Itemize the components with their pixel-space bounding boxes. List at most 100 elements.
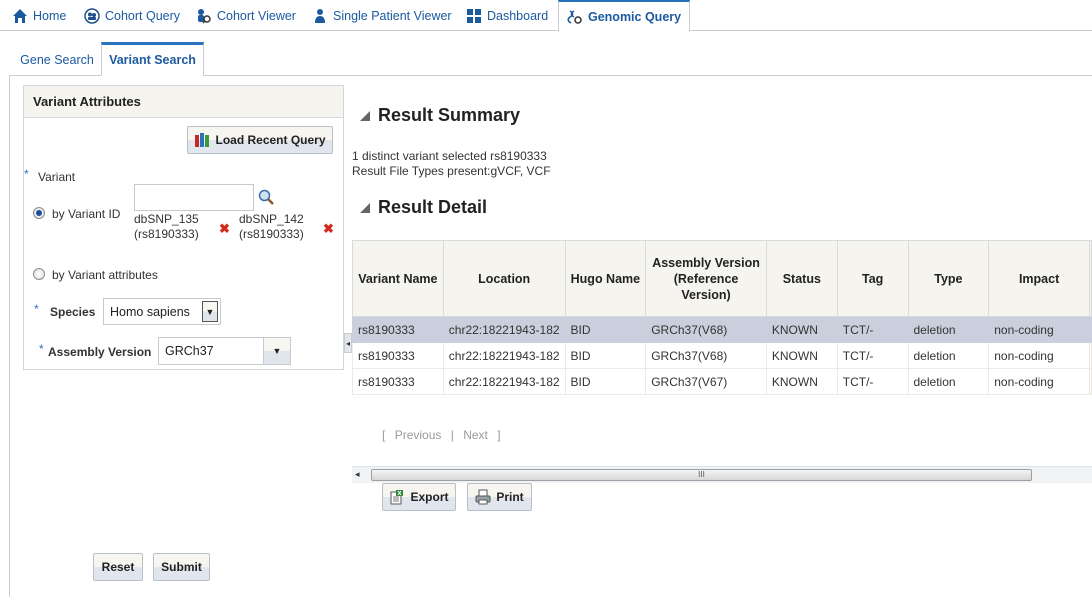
table-cell: rs8190333 (352, 342, 444, 369)
species-label: Species (50, 305, 96, 319)
result-detail-header[interactable]: Result Detail (360, 197, 487, 218)
printer-icon (475, 489, 491, 505)
load-recent-query-button[interactable]: Load Recent Query (187, 126, 333, 154)
result-detail-table: Variant Name Location Hugo Name Assembly… (352, 240, 1092, 395)
table-cell: non-coding (988, 342, 1090, 369)
table-cell: non-coding (988, 316, 1090, 343)
nav-tab-cohort-query[interactable]: Cohort Query (80, 0, 184, 31)
table-cell: deletion (907, 316, 990, 343)
by-variant-attributes-radio[interactable] (33, 268, 45, 280)
table-cell: KNOWN (765, 316, 838, 343)
search-icon[interactable] (258, 189, 274, 205)
table-cell: chr22:18221943-182 (442, 316, 566, 343)
species-select[interactable]: Homo sapiens ▼ (103, 298, 221, 325)
button-label: Export (410, 490, 449, 504)
variant-id-input[interactable] (134, 184, 254, 211)
table-cell: non-coding (988, 368, 1090, 395)
required-marker: * (39, 342, 44, 356)
button-label: Print (496, 490, 524, 504)
remove-variant-icon[interactable]: ✖ (323, 221, 334, 237)
section-title: Result Summary (378, 105, 521, 125)
variant-id: (rs8190333) (134, 227, 199, 241)
table-cell: rs8190333 (352, 316, 444, 343)
table-cell: BID (564, 316, 647, 343)
panel-collapse-handle[interactable]: ◂ (344, 333, 352, 353)
tab-variant-search[interactable]: Variant Search (101, 42, 204, 76)
nav-tab-label: Home (33, 8, 67, 23)
result-summary-header[interactable]: Result Summary (360, 105, 520, 126)
column-header[interactable]: Assembly Version (Reference Version) (645, 240, 767, 317)
tab-gene-search[interactable]: Gene Search (13, 44, 101, 76)
required-marker: * (34, 302, 39, 316)
remove-variant-icon[interactable]: ✖ (219, 221, 230, 237)
column-header[interactable]: Impact (988, 240, 1090, 317)
column-header[interactable]: Hugo Name (564, 240, 647, 317)
collapse-triangle-icon[interactable] (360, 110, 370, 121)
summary-line: 1 distinct variant selected rs8190333 (352, 149, 547, 163)
pager-separator: | (450, 428, 454, 442)
table-cell-overflow (1088, 368, 1092, 395)
horizontal-scrollbar[interactable]: ◂ III (352, 466, 1092, 483)
column-header[interactable]: Tag (836, 240, 909, 317)
nav-tab-label: Cohort Viewer (217, 8, 296, 23)
table-row[interactable]: rs8190333 chr22:18221943-182 BID GRCh37(… (352, 342, 1092, 369)
table-cell: BID (564, 342, 647, 369)
scrollbar-grip: III (698, 470, 705, 479)
table-cell: KNOWN (765, 342, 838, 369)
column-header[interactable]: Variant Name (352, 240, 444, 317)
table-cell: TCT/- (836, 316, 909, 343)
next-link[interactable]: Next (463, 428, 488, 442)
assembly-version-select[interactable]: GRCh37 ▼ (158, 337, 291, 365)
pager-bracket: ] (497, 428, 501, 442)
assembly-version-label: Assembly Version (48, 345, 152, 359)
nav-tab-label: Dashboard (487, 8, 549, 23)
table-row[interactable]: rs8190333 chr22:18221943-182 BID GRCh37(… (352, 368, 1092, 395)
previous-link[interactable]: Previous (395, 428, 442, 442)
nav-tab-home[interactable]: Home (8, 0, 70, 31)
column-header[interactable]: Status (765, 240, 838, 317)
table-cell-overflow (1088, 316, 1092, 343)
submit-button[interactable]: Submit (153, 553, 210, 581)
selected-variant-item: dbSNP_142 (rs8190333) (239, 212, 304, 242)
scroll-left-icon[interactable]: ◂ (355, 469, 360, 480)
print-button[interactable]: Print (467, 483, 532, 511)
table-cell: TCT/- (836, 368, 909, 395)
table-row[interactable]: rs8190333 chr22:18221943-182 BID GRCh37(… (352, 316, 1092, 343)
scrollbar-thumb[interactable]: III (371, 469, 1032, 481)
variant-label: Variant (38, 170, 76, 184)
column-header[interactable]: Type (907, 240, 990, 317)
by-variant-id-label: by Variant ID (52, 207, 121, 221)
tab-label: Variant Search (109, 53, 196, 67)
dashboard-icon (466, 8, 482, 24)
cohort-query-icon (84, 7, 100, 24)
column-header[interactable]: Location (442, 240, 566, 317)
export-button[interactable]: Export (382, 483, 456, 511)
nav-tab-cohort-viewer[interactable]: Cohort Viewer (192, 0, 300, 31)
chevron-down-icon[interactable]: ▼ (202, 301, 218, 322)
nav-tab-genomic-query[interactable]: Genomic Query (558, 0, 691, 32)
pager-bracket: [ (382, 428, 386, 442)
column-header-overflow (1088, 240, 1092, 317)
nav-tab-dashboard[interactable]: Dashboard (462, 0, 552, 31)
table-cell-overflow (1088, 342, 1092, 369)
chevron-down-icon[interactable]: ▼ (263, 338, 290, 364)
reset-button[interactable]: Reset (93, 553, 143, 581)
variant-id: (rs8190333) (239, 227, 304, 241)
button-label: Load Recent Query (215, 133, 326, 147)
by-variant-id-radio[interactable] (33, 207, 45, 219)
table-cell: chr22:18221943-182 (442, 342, 566, 369)
result-summary-text: 1 distinct variant selected rs8190333 Re… (352, 149, 551, 179)
button-label: Reset (101, 560, 135, 574)
nav-tab-single-patient-viewer[interactable]: Single Patient Viewer (308, 0, 456, 31)
collapse-triangle-icon[interactable] (360, 202, 370, 213)
assembly-value: GRCh37 (165, 344, 214, 358)
table-cell: KNOWN (765, 368, 838, 395)
variant-source: dbSNP_142 (239, 212, 304, 226)
selected-variant-item: dbSNP_135 (rs8190333) (134, 212, 199, 242)
table-cell: GRCh37(V68) (645, 316, 767, 343)
export-icon (389, 489, 405, 505)
table-cell: deletion (907, 342, 990, 369)
cohort-viewer-icon (196, 8, 212, 24)
summary-line: Result File Types present:gVCF, VCF (352, 164, 551, 178)
panel-title: Variant Attributes (24, 86, 343, 118)
